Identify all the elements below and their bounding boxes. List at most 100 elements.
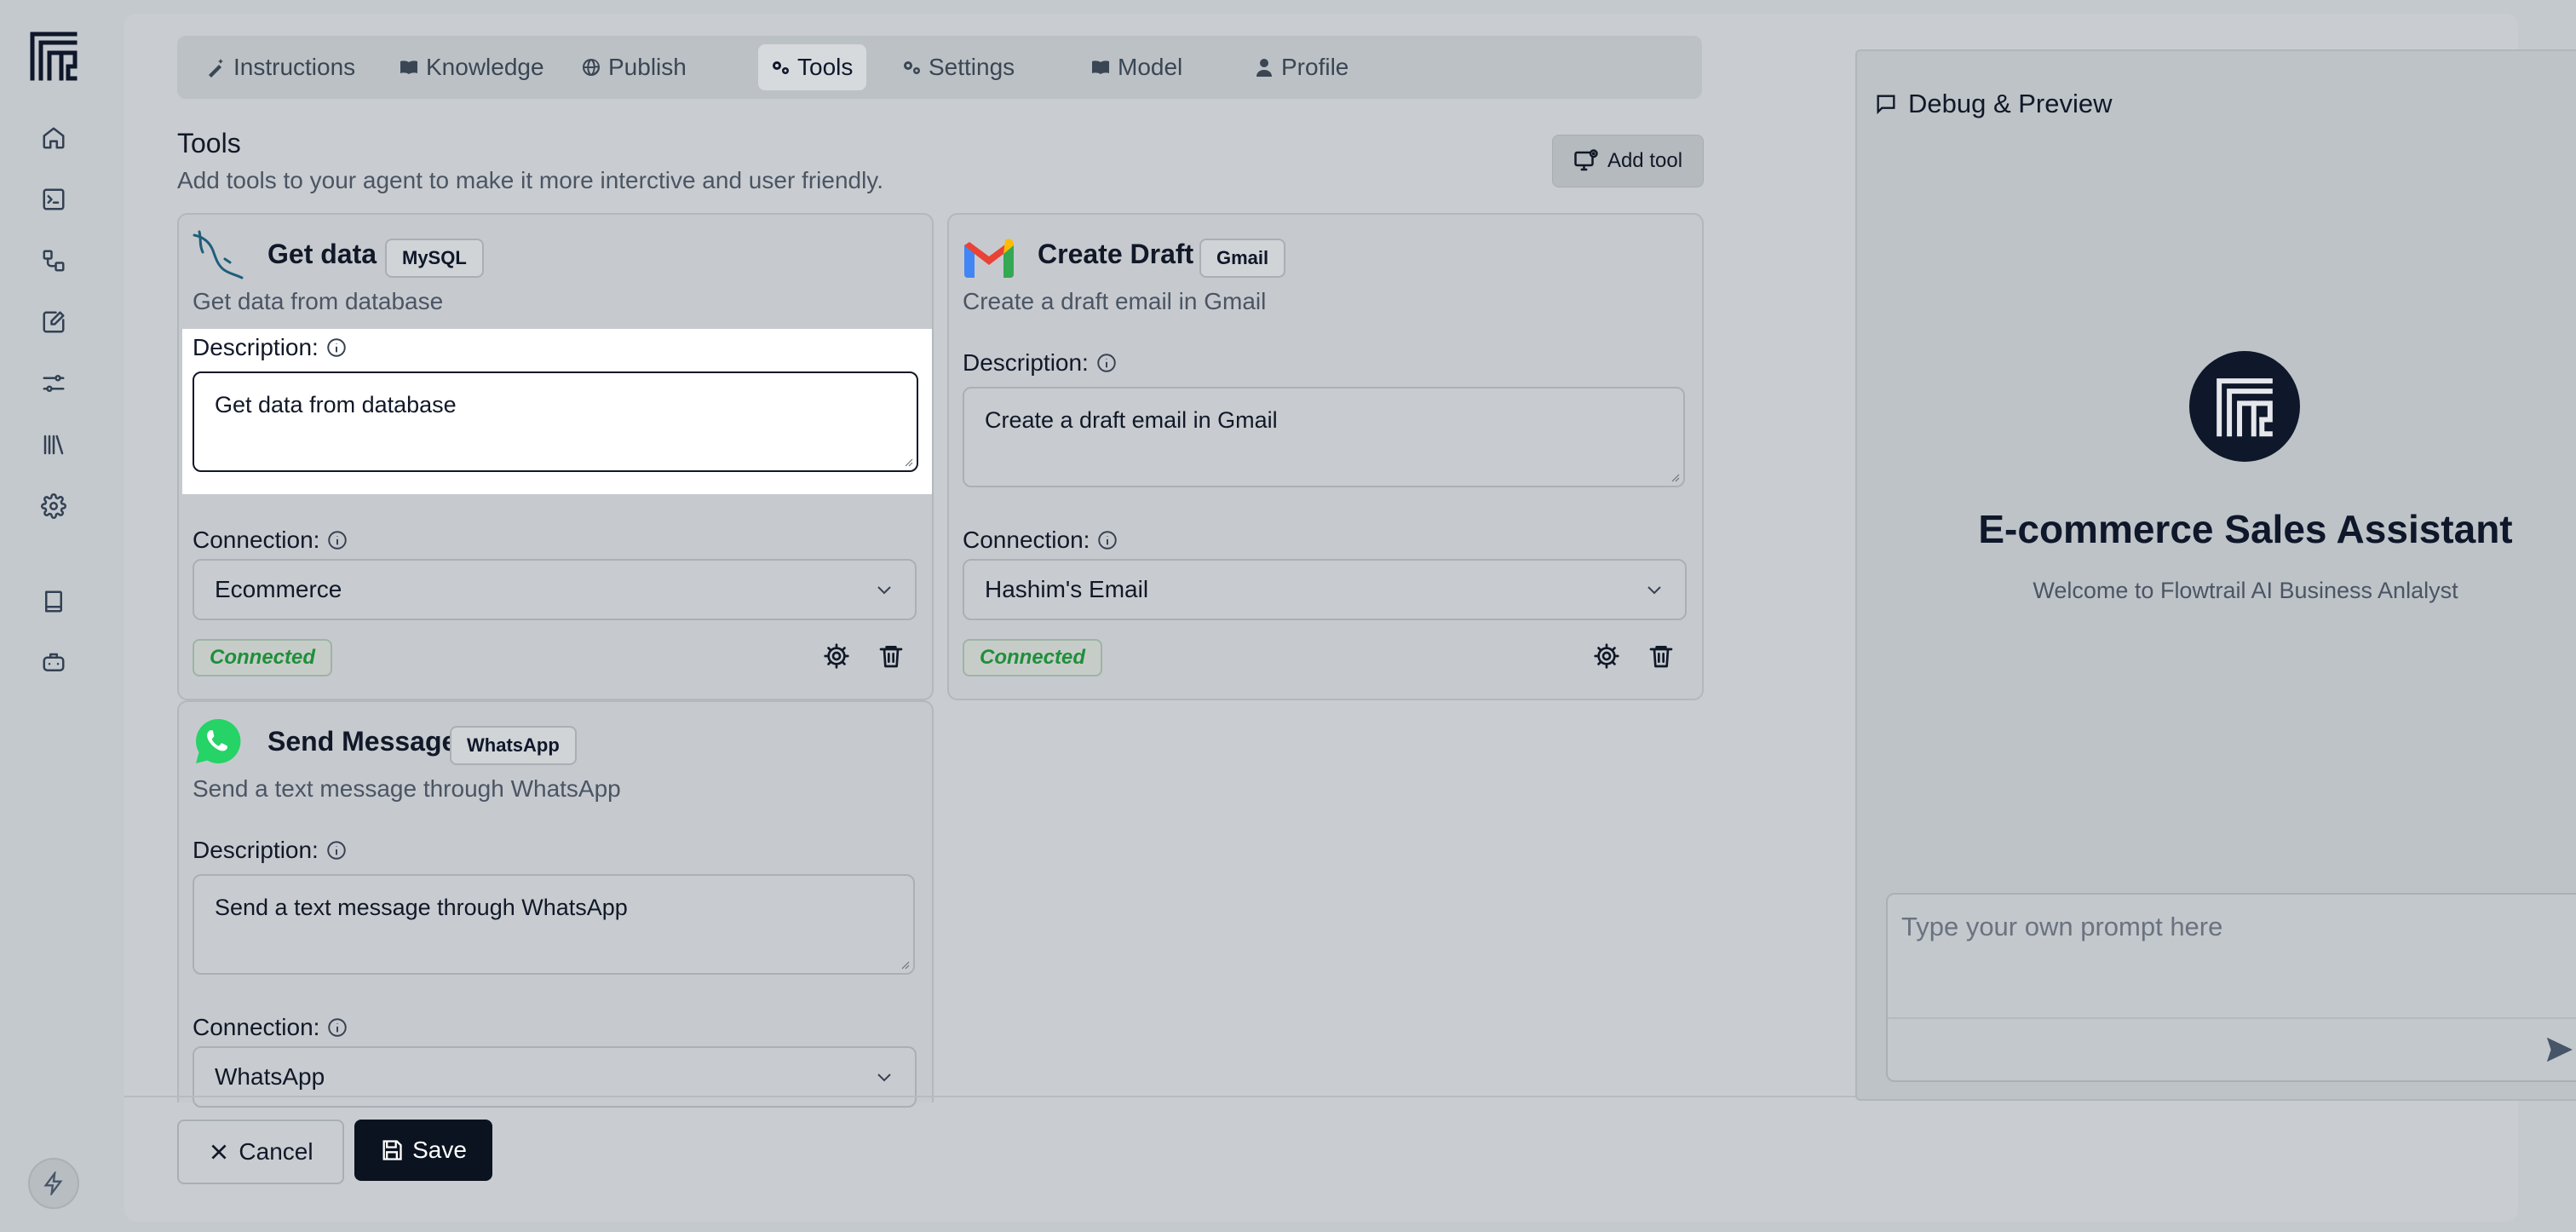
gears-icon <box>904 61 920 74</box>
description-label-text: Description: <box>193 837 319 863</box>
app-logo[interactable] <box>27 29 80 82</box>
add-tool-icon <box>1574 149 1598 171</box>
highlighted-description: Description: Get data from database <box>182 329 932 494</box>
notes-icon[interactable] <box>37 305 71 339</box>
chat-icon <box>1877 95 1895 115</box>
section-title: Tools <box>177 128 241 158</box>
info-icon[interactable] <box>325 337 348 359</box>
send-button[interactable] <box>2544 1034 2576 1068</box>
tool-name: Create Draft <box>1038 239 1194 269</box>
bolt-icon[interactable] <box>28 1158 79 1209</box>
gear-icon <box>824 643 849 669</box>
library-icon[interactable] <box>37 428 71 462</box>
tool-name: Send Message <box>267 726 457 757</box>
cancel-label: Cancel <box>239 1138 313 1165</box>
info-icon[interactable] <box>1096 529 1118 551</box>
gears-icon <box>773 61 789 74</box>
user-icon <box>1256 59 1272 77</box>
delete-button[interactable] <box>874 639 908 673</box>
tab-label: Settings <box>929 54 1015 80</box>
resize-grip-icon[interactable] <box>1670 472 1680 482</box>
delete-button[interactable] <box>1644 639 1678 673</box>
description-label: Description: <box>193 837 348 864</box>
sidebar <box>0 0 121 1232</box>
tab-label: Knowledge <box>426 54 544 80</box>
info-icon[interactable] <box>1095 352 1118 374</box>
tool-name: Get data <box>267 239 377 269</box>
tool-badge: Gmail <box>1199 239 1286 278</box>
book-open-icon <box>400 60 417 74</box>
main-panel: Instructions Knowledge Publish Tools Set… <box>124 14 2576 1222</box>
tab-settings[interactable]: Settings <box>894 44 1026 90</box>
connection-label: Connection: <box>193 1014 348 1041</box>
info-icon[interactable] <box>326 529 348 551</box>
globe-icon <box>583 59 600 76</box>
trash-icon <box>1649 646 1673 668</box>
connection-select[interactable]: Ecommerce <box>193 559 917 620</box>
tool-card-create-draft: Create Draft Gmail Create a draft email … <box>947 213 1704 700</box>
gear-icon[interactable] <box>37 489 71 523</box>
description-textarea[interactable]: Get data from database <box>193 371 918 472</box>
status-badge: Connected <box>193 639 333 676</box>
connection-label-text: Connection: <box>193 527 320 553</box>
tool-subtitle: Get data from database <box>193 288 444 314</box>
tab-label: Model <box>1118 54 1183 80</box>
tab-instructions[interactable]: Instructions <box>199 44 367 90</box>
send-icon <box>2546 1037 2573 1062</box>
connection-label: Connection: <box>963 527 1118 554</box>
resize-grip-icon[interactable] <box>903 457 913 467</box>
mysql-icon <box>191 227 247 283</box>
wand-icon <box>209 59 223 78</box>
connection-value: WhatsApp <box>215 1063 325 1090</box>
book-icon[interactable] <box>37 584 71 619</box>
tab-knowledge[interactable]: Knowledge <box>392 44 556 90</box>
connection-select[interactable]: WhatsApp <box>193 1046 917 1108</box>
info-icon[interactable] <box>326 1016 348 1039</box>
info-icon[interactable] <box>325 839 348 861</box>
add-tool-label: Add tool <box>1607 149 1683 172</box>
cancel-button[interactable]: Cancel <box>177 1120 344 1184</box>
tab-publish[interactable]: Publish <box>574 44 699 90</box>
book-open-icon <box>1092 60 1109 74</box>
terminal-icon[interactable] <box>37 182 71 216</box>
add-tool-button[interactable]: Add tool <box>1552 135 1704 187</box>
settings-button[interactable] <box>819 639 854 673</box>
gmail-icon <box>961 230 1017 286</box>
tab-label: Tools <box>797 54 854 80</box>
tab-label: Publish <box>608 54 687 80</box>
tab-profile[interactable]: Profile <box>1247 44 1360 90</box>
status-badge: Connected <box>963 639 1103 676</box>
tab-model[interactable]: Model <box>1084 44 1194 90</box>
description-textarea[interactable]: Create a draft email in Gmail <box>963 387 1685 487</box>
home-icon[interactable] <box>37 121 71 155</box>
tab-bar: Instructions Knowledge Publish Tools Set… <box>177 36 1702 99</box>
agent-name: E-commerce Sales Assistant <box>1978 507 2513 551</box>
connection-label: Connection: <box>193 527 348 554</box>
description-textarea[interactable]: Send a text message through WhatsApp <box>193 874 915 975</box>
connection-label-text: Connection: <box>193 1014 320 1040</box>
connection-value: Hashim's Email <box>985 576 1149 602</box>
connection-select[interactable]: Hashim's Email <box>963 559 1687 620</box>
workflow-icon[interactable] <box>37 244 71 278</box>
save-label: Save <box>412 1137 467 1163</box>
bot-icon[interactable] <box>37 646 71 680</box>
description-value: Send a text message through WhatsApp <box>215 895 628 920</box>
trash-icon <box>879 646 903 668</box>
settings-button[interactable] <box>1590 639 1624 673</box>
prompt-placeholder: Type your own prompt here <box>1901 912 2223 941</box>
agent-avatar <box>2189 351 2300 462</box>
preview-title-text: Debug & Preview <box>1908 89 2113 118</box>
description-label: Description: <box>193 334 348 361</box>
debug-preview-panel: Debug & Preview E-commerce Sales Assista… <box>1855 49 2576 1101</box>
description-value: Create a draft email in Gmail <box>985 407 1278 433</box>
sliders-icon[interactable] <box>37 366 71 400</box>
save-button[interactable]: Save <box>354 1120 492 1181</box>
resize-grip-icon[interactable] <box>900 959 910 970</box>
description-label-text: Description: <box>963 349 1089 376</box>
connection-value: Ecommerce <box>215 576 342 602</box>
description-value: Get data from database <box>215 392 457 417</box>
preview-title: Debug & Preview <box>1874 89 2113 119</box>
tool-subtitle: Create a draft email in Gmail <box>963 288 1267 314</box>
tab-tools[interactable]: Tools <box>758 44 867 90</box>
prompt-input[interactable]: Type your own prompt here <box>1886 893 2576 1082</box>
